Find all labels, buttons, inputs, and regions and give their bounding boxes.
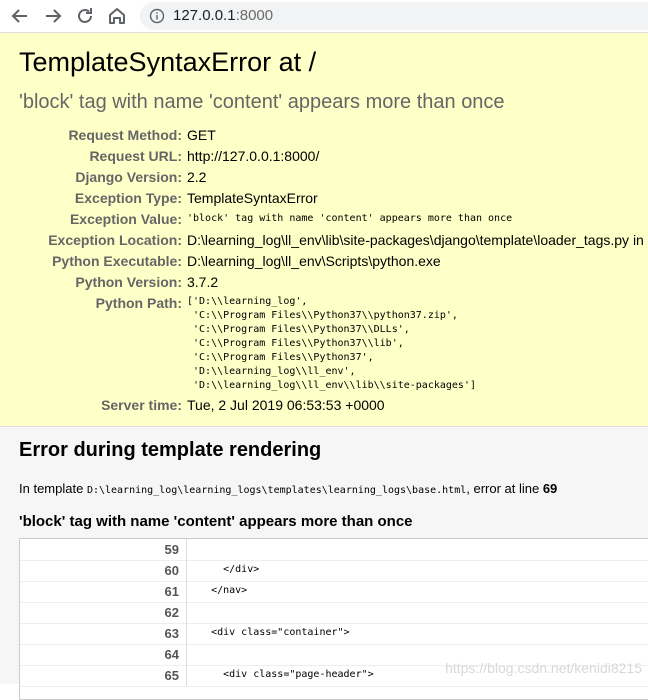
meta-label: Python Executable: xyxy=(52,253,182,269)
meta-row-django-version: Django Version: 2.2 xyxy=(0,169,648,190)
exception-message: 'block' tag with name 'content' appears … xyxy=(19,91,505,113)
line-number: 62 xyxy=(164,605,179,620)
meta-value: Tue, 2 Jul 2019 06:53:53 +0000 xyxy=(187,397,385,413)
template-error-intro: In template D:\learning_log\learning_log… xyxy=(19,481,557,496)
meta-row-server-time: Server time: Tue, 2 Jul 2019 06:53:53 +0… xyxy=(0,397,648,418)
template-error-section: Error during template rendering In templ… xyxy=(0,427,648,700)
meta-label: Django Version: xyxy=(75,169,182,185)
line-code: </nav> xyxy=(187,585,248,596)
meta-label: Request URL: xyxy=(89,148,182,164)
forward-arrow-icon[interactable] xyxy=(42,5,64,27)
line-number: 63 xyxy=(164,626,179,641)
watermark: https://blog.csdn.net/kenidi8215 xyxy=(445,660,642,676)
meta-label: Exception Value: xyxy=(69,211,182,227)
template-error-subheading: 'block' tag with name 'content' appears … xyxy=(19,513,413,530)
python-path-list: ['D:\\learning_log', 'C:\\Program Files\… xyxy=(187,296,476,391)
address-bar[interactable]: 127.0.0.1:8000 xyxy=(140,2,648,30)
meta-value: GET xyxy=(187,127,216,143)
info-icon[interactable] xyxy=(149,8,165,29)
meta-label: Request Method: xyxy=(68,127,182,143)
url-text[interactable]: 127.0.0.1:8000 xyxy=(173,7,273,24)
meta-value: http://127.0.0.1:8000/ xyxy=(187,148,320,164)
line-code: <div class="container"> xyxy=(187,627,350,638)
source-line: 61 </nav> xyxy=(20,581,648,603)
line-number: 59 xyxy=(164,542,179,557)
meta-row-request-url: Request URL: http://127.0.0.1:8000/ xyxy=(0,148,648,169)
meta-value: 'block' tag with name 'content' appears … xyxy=(187,213,513,224)
url-port: :8000 xyxy=(235,7,274,24)
intro-suffix: , error at line xyxy=(466,481,543,496)
meta-row-python-path: Python Path: ['D:\\learning_log', 'C:\\P… xyxy=(0,295,648,395)
meta-value: D:\learning_log\ll_env\Scripts\python.ex… xyxy=(187,253,441,269)
meta-label: Exception Location: xyxy=(48,232,182,248)
home-icon[interactable] xyxy=(106,5,128,27)
meta-label: Python Version: xyxy=(75,274,182,290)
browser-toolbar: 127.0.0.1:8000 xyxy=(0,0,648,33)
template-path: D:\learning_log\learning_logs\templates\… xyxy=(86,485,467,496)
line-number: 65 xyxy=(164,668,179,683)
url-host: 127.0.0.1 xyxy=(173,7,236,24)
page-title: TemplateSyntaxError at / xyxy=(19,47,317,77)
line-number: 60 xyxy=(164,563,179,578)
meta-row-request-method: Request Method: GET xyxy=(0,127,648,148)
meta-row-exception-location: Exception Location: D:\learning_log\ll_e… xyxy=(0,232,648,253)
line-number: 61 xyxy=(164,584,179,599)
meta-value: 3.7.2 xyxy=(187,274,219,290)
meta-row-python-executable: Python Executable: D:\learning_log\ll_en… xyxy=(0,253,648,274)
meta-label: Server time: xyxy=(101,397,182,413)
intro-prefix: In template xyxy=(19,481,87,496)
meta-label: Exception Type: xyxy=(74,190,182,206)
meta-value: D:\learning_log\ll_env\lib\site-packages… xyxy=(187,232,644,248)
meta-row-exception-type: Exception Type: TemplateSyntaxError xyxy=(0,190,648,211)
meta-value: 2.2 xyxy=(187,169,207,185)
meta-label: Python Path: xyxy=(95,295,182,311)
reload-icon[interactable] xyxy=(74,5,96,27)
meta-row-python-version: Python Version: 3.7.2 xyxy=(0,274,648,295)
error-line-number: 69 xyxy=(542,481,558,496)
source-line: 59 xyxy=(20,539,648,561)
error-summary: TemplateSyntaxError at / 'block' tag wit… xyxy=(0,33,648,427)
line-code: </div> xyxy=(187,564,260,575)
meta-value: TemplateSyntaxError xyxy=(187,190,318,206)
back-arrow-icon[interactable] xyxy=(9,5,31,27)
line-number: 64 xyxy=(164,647,179,662)
template-error-heading: Error during template rendering xyxy=(19,439,322,461)
meta-row-exception-value: Exception Value: 'block' tag with name '… xyxy=(0,211,648,232)
source-line: 60 </div> xyxy=(20,560,648,582)
source-line: 63 <div class="container"> xyxy=(20,623,648,645)
source-line: 62 xyxy=(20,602,648,624)
line-code: <div class="page-header"> xyxy=(187,669,374,680)
